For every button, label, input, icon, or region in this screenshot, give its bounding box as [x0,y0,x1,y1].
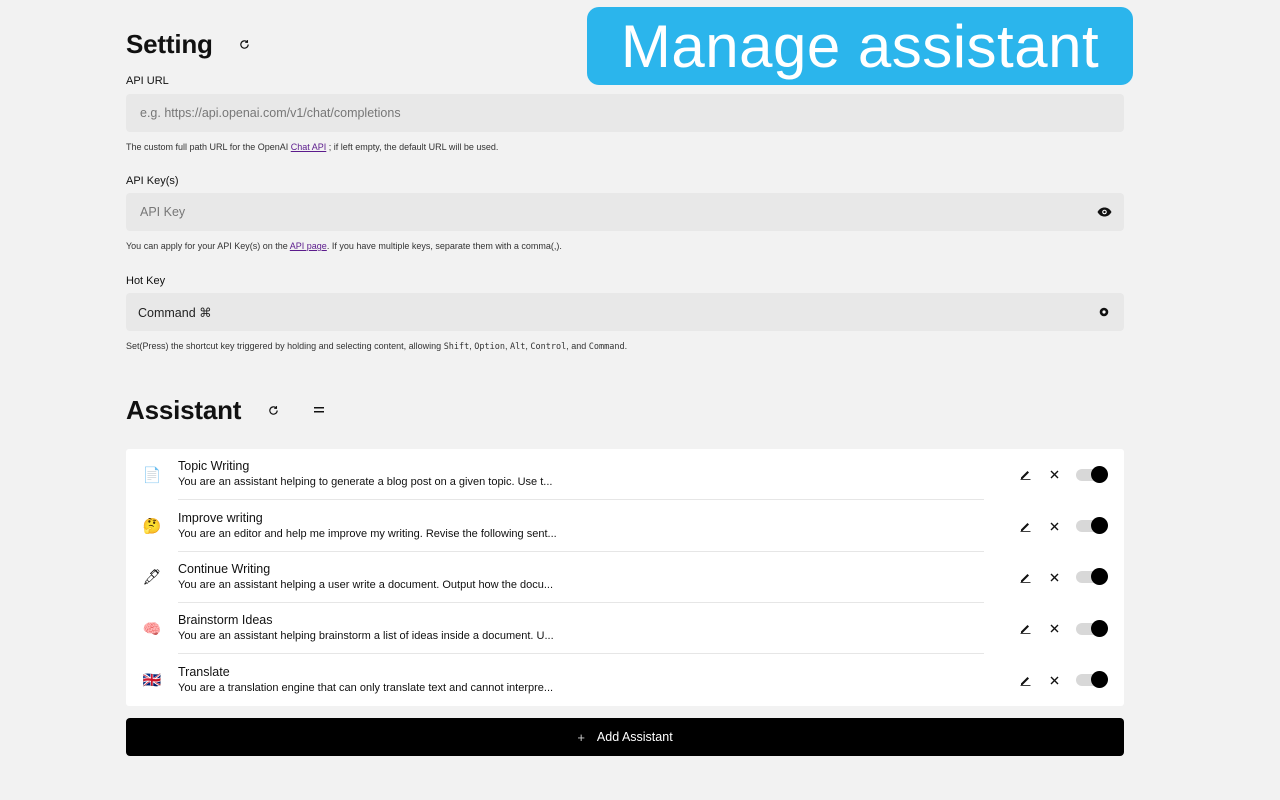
toggle-knob [1091,671,1108,689]
list-item: 🧠 Brainstorm Ideas You are an assistant … [126,603,1124,655]
delete-icon[interactable] [1047,673,1061,687]
chat-api-link[interactable]: Chat API [291,142,327,152]
hot-key-field[interactable]: Command ⌘ [126,293,1124,331]
assistant-text: Brainstorm Ideas You are an assistant he… [178,603,984,655]
setting-header: Setting [126,28,253,60]
fountain-pen-icon: 🖋 [142,569,162,587]
edit-icon[interactable] [1018,673,1032,687]
assistant-text: Continue Writing You are an assistant he… [178,552,984,603]
delete-icon[interactable] [1047,622,1061,636]
api-url-field[interactable] [126,94,1124,132]
list-item: 🤔 Improve writing You are an editor and … [126,500,1124,552]
record-key-icon[interactable] [1096,304,1112,320]
page-icon: 📄 [142,466,162,484]
delete-icon[interactable] [1047,468,1061,482]
assistant-name: Translate [178,664,230,679]
edit-icon[interactable] [1018,570,1032,584]
list-item: 🇬🇧 Translate You are a translation engin… [126,655,1124,706]
row-actions [1018,619,1108,637]
assistant-name: Topic Writing [178,459,250,474]
reset-settings-icon[interactable] [237,36,253,52]
assistant-list: 📄 Topic Writing You are an assistant hel… [126,449,1124,706]
row-actions [1018,465,1108,483]
plus-icon: + [577,729,585,745]
row-actions [1018,517,1108,535]
toggle-knob [1091,465,1108,483]
hot-key-label: Hot Key [126,275,166,287]
assistant-header: Assistant [126,394,327,426]
hot-key-value: Command ⌘ [138,305,212,320]
row-actions [1018,568,1108,586]
assistant-text: Topic Writing You are an assistant helpi… [178,449,984,501]
api-key-field[interactable] [126,193,1124,231]
assistant-prompt: You are an assistant helping to generate… [178,476,553,489]
enable-toggle[interactable] [1076,568,1108,586]
api-key-help: You can apply for your API Key(s) on the… [126,241,562,251]
assistant-prompt: You are an assistant helping a user writ… [178,578,554,591]
edit-icon[interactable] [1018,622,1032,636]
hot-key-help: Set(Press) the shortcut key triggered by… [126,341,628,352]
row-actions [1018,671,1108,689]
assistant-text: Improve writing You are an editor and he… [178,501,984,552]
assistant-prompt: You are an editor and help me improve my… [178,527,557,540]
api-key-input[interactable] [138,204,1097,220]
app-root: Manage assistant Setting API URL The cus… [0,0,1280,800]
assistant-text: Translate You are a translation engine t… [178,655,984,706]
brain-icon: 🧠 [142,620,162,638]
toggle-knob [1091,619,1108,637]
add-assistant-button[interactable]: + Add Assistant [126,718,1124,756]
reorder-menu-icon[interactable] [311,402,327,418]
setting-title: Setting [126,28,213,59]
api-url-help: The custom full path URL for the OpenAI … [126,142,499,152]
assistant-name: Brainstorm Ideas [178,613,273,628]
api-page-link[interactable]: API page [290,241,327,251]
eye-icon[interactable] [1096,204,1112,220]
api-url-label: API URL [126,75,169,87]
edit-icon[interactable] [1018,468,1032,482]
assistant-prompt: You are an assistant helping brainstorm … [178,630,554,643]
toggle-knob [1091,568,1108,586]
enable-toggle[interactable] [1076,465,1108,483]
uk-flag-icon: 🇬🇧 [142,672,162,690]
delete-icon[interactable] [1047,519,1061,533]
list-item: 🖋 Continue Writing You are an assistant … [126,552,1124,603]
enable-toggle[interactable] [1076,517,1108,535]
api-key-label: API Key(s) [126,175,179,187]
assistant-name: Improve writing [178,510,263,525]
enable-toggle[interactable] [1076,619,1108,637]
toggle-knob [1091,517,1108,535]
enable-toggle[interactable] [1076,671,1108,689]
assistant-prompt: You are a translation engine that can on… [178,681,554,694]
caption-banner: Manage assistant [587,7,1133,85]
delete-icon[interactable] [1047,570,1061,584]
list-item: 📄 Topic Writing You are an assistant hel… [126,449,1124,501]
api-url-input[interactable] [138,105,1112,121]
reset-assistants-icon[interactable] [265,402,281,418]
edit-icon[interactable] [1018,519,1032,533]
assistant-name: Continue Writing [178,561,271,576]
assistant-title: Assistant [126,394,242,425]
thinking-face-icon: 🤔 [142,518,162,536]
add-assistant-label: Add Assistant [596,730,673,744]
